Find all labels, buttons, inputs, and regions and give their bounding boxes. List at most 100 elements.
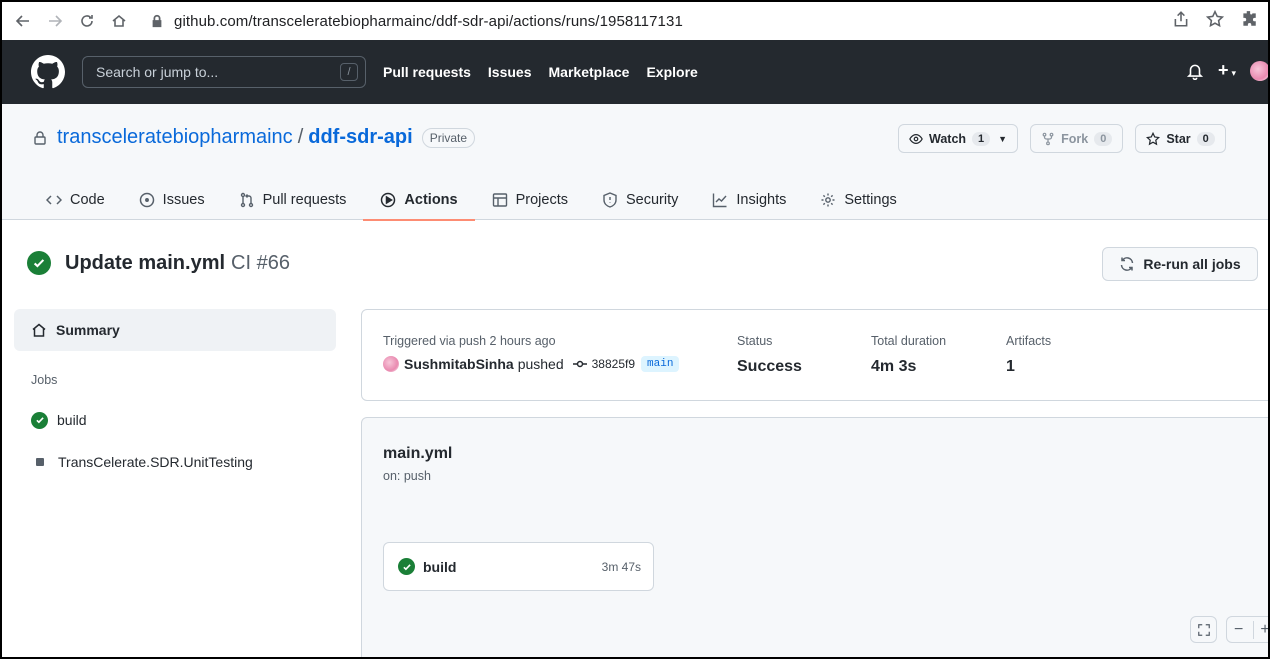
run-workflow-number: CI #66 (231, 251, 290, 274)
table-icon (492, 193, 507, 207)
tab-code[interactable]: Code (29, 180, 122, 220)
tab-pull-requests-label: Pull requests (262, 192, 347, 208)
repo-header: transceleratebiopharmainc / ddf-sdr-api … (2, 104, 1268, 221)
tab-settings[interactable]: Settings (803, 180, 913, 220)
artifacts-label: Artifacts (1006, 334, 1052, 348)
fork-icon (1042, 132, 1054, 145)
tab-security-label: Security (625, 192, 679, 208)
tab-settings-label: Settings (844, 192, 897, 208)
run-title: Update main.yml CI #66 (27, 251, 290, 275)
pusher-username[interactable]: SushmitabSinha (404, 356, 514, 372)
zoom-in-icon[interactable]: + (1253, 620, 1270, 639)
nav-explore[interactable]: Explore (646, 64, 697, 80)
duration-value: 4m 3s (871, 358, 917, 375)
workflow-graph: main.yml on: push build 3m 47s − + (361, 417, 1270, 659)
address-bar[interactable]: github.com/transceleratebiopharmainc/ddf… (150, 6, 1210, 36)
sidebar-item-summary[interactable]: Summary (14, 309, 336, 351)
private-repo-lock-icon (34, 130, 46, 145)
share-icon[interactable] (1172, 10, 1190, 28)
create-new-plus-icon[interactable]: + ▾ (1218, 60, 1236, 81)
graph-job-name: build (423, 558, 457, 575)
branch-tag[interactable]: main (641, 356, 680, 372)
github-header: Search or jump to... / Pull requests Iss… (2, 40, 1270, 104)
tab-projects[interactable]: Projects (475, 180, 585, 220)
tab-actions[interactable]: Actions (363, 180, 475, 221)
global-nav: Pull requests Issues Marketplace Explore (383, 64, 698, 80)
trigger-info: Triggered via push 2 hours ago (383, 334, 556, 348)
commit-sha-link[interactable]: 38825f9 (592, 357, 635, 371)
nav-marketplace[interactable]: Marketplace (549, 64, 630, 80)
commit-icon (572, 360, 587, 368)
graph-icon (713, 193, 727, 208)
star-count: 0 (1196, 131, 1215, 146)
bell-icon[interactable] (1186, 62, 1204, 80)
sidebar-job-label: build (57, 412, 87, 428)
browser-toolbar: github.com/transceleratebiopharmainc/ddf… (2, 2, 1268, 40)
gear-icon (821, 193, 835, 207)
zoom-out-icon[interactable]: − (1234, 621, 1243, 639)
fullscreen-icon (1197, 623, 1210, 636)
rerun-all-jobs-button[interactable]: Re-run all jobs (1102, 247, 1258, 281)
star-button[interactable]: Star 0 (1135, 124, 1226, 153)
zoom-controls: − + (1226, 616, 1270, 643)
duration-label: Total duration (871, 334, 947, 348)
search-input[interactable]: Search or jump to... / (82, 56, 366, 88)
lock-icon (152, 14, 162, 28)
status-value: Success (737, 358, 802, 375)
user-avatar[interactable] (1250, 60, 1270, 81)
star-label: Star (1166, 131, 1191, 146)
back-arrow-icon[interactable] (12, 10, 34, 32)
tab-actions-label: Actions (404, 192, 458, 208)
tab-projects-label: Projects (515, 192, 568, 208)
play-icon (381, 192, 396, 208)
sidebar-job-build[interactable]: build (31, 399, 336, 441)
fork-label: Fork (1061, 131, 1089, 146)
success-check-icon (27, 251, 51, 275)
fullscreen-button[interactable] (1190, 616, 1217, 643)
search-placeholder: Search or jump to... (96, 64, 219, 80)
tab-code-label: Code (70, 192, 105, 208)
workflow-trigger: on: push (383, 469, 431, 483)
nav-pull-requests[interactable]: Pull requests (383, 64, 471, 80)
tab-issues-label: Issues (162, 192, 205, 208)
visibility-badge: Private (421, 127, 476, 148)
forward-arrow-icon[interactable] (44, 10, 66, 32)
home-icon[interactable] (108, 10, 130, 32)
pull-request-icon (240, 192, 253, 208)
run-sidebar: Summary Jobs build TransCelerate.SDR.Uni… (14, 309, 336, 483)
bookmark-star-icon[interactable] (1206, 10, 1224, 28)
sidebar-job-label: TransCelerate.SDR.UnitTesting (58, 454, 253, 470)
graph-job-duration: 3m 47s (601, 559, 641, 574)
nav-issues[interactable]: Issues (488, 64, 532, 80)
success-check-icon (398, 558, 415, 575)
push-action-text: pushed (517, 356, 564, 372)
watch-count: 1 (972, 131, 991, 146)
tab-insights[interactable]: Insights (695, 180, 803, 220)
repo-owner-link[interactable]: transceleratebiopharmainc (57, 126, 293, 149)
repo-name-link[interactable]: ddf-sdr-api (308, 126, 412, 149)
watch-button[interactable]: Watch 1 ▼ (898, 124, 1019, 153)
fork-count: 0 (1094, 131, 1113, 146)
tab-issues[interactable]: Issues (122, 180, 222, 220)
sidebar-job-unit-testing[interactable]: TransCelerate.SDR.UnitTesting (31, 441, 336, 483)
run-summary-card: Triggered via push 2 hours ago Sushmitab… (361, 309, 1270, 401)
sidebar-jobs-heading: Jobs (31, 373, 58, 387)
artifacts-value[interactable]: 1 (1006, 358, 1051, 376)
rerun-label: Re-run all jobs (1143, 256, 1241, 272)
extensions-puzzle-icon[interactable] (1240, 10, 1258, 28)
watch-label: Watch (929, 131, 967, 146)
star-icon (1146, 131, 1161, 145)
fork-button[interactable]: Fork 0 (1030, 124, 1124, 153)
code-icon (46, 195, 62, 205)
graph-job-build[interactable]: build 3m 47s (383, 542, 654, 591)
search-shortcut-key: / (340, 63, 358, 81)
skipped-status-icon (36, 458, 44, 466)
pusher-avatar[interactable] (383, 356, 399, 372)
tab-security[interactable]: Security (585, 180, 695, 220)
github-logo-icon[interactable] (31, 55, 65, 89)
workflow-file-name: main.yml (383, 445, 453, 462)
repo-title: transceleratebiopharmainc / ddf-sdr-api … (32, 126, 476, 149)
success-check-icon (31, 411, 48, 429)
tab-pull-requests[interactable]: Pull requests (222, 180, 364, 220)
reload-icon[interactable] (76, 10, 98, 32)
